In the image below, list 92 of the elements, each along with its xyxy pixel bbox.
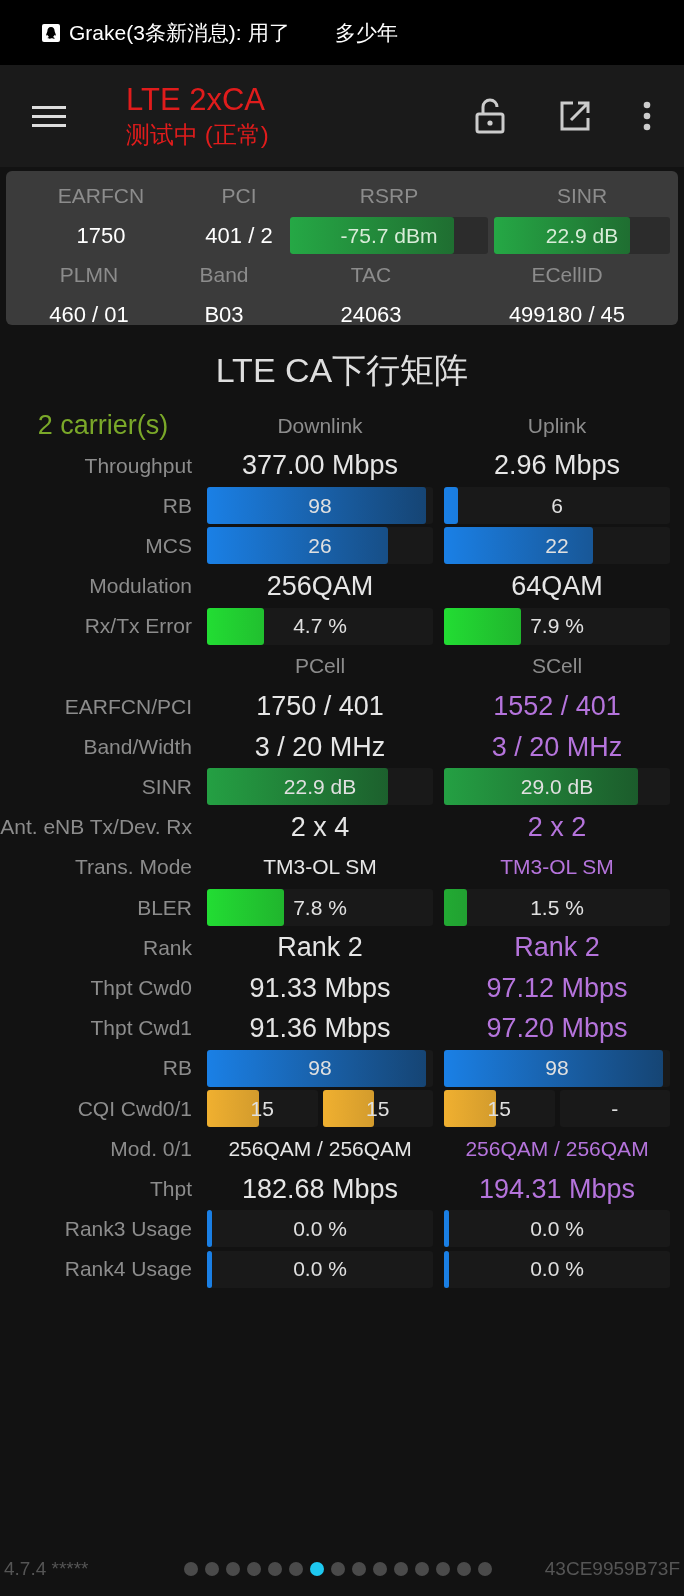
column-header: SCell — [530, 653, 584, 680]
bar-value: 6 — [550, 492, 564, 519]
cell-value: 377.00 Mbps — [240, 449, 400, 483]
cell-value: 182.68 Mbps — [240, 1172, 400, 1206]
cell-value: Rank 2 — [513, 931, 601, 965]
field-value: 24063 — [340, 301, 402, 329]
cell-value: 2 x 2 — [526, 810, 588, 844]
cell-value: 256QAM — [265, 569, 375, 603]
bar-value: 22.9 dB — [282, 774, 358, 801]
unlocked-padlock-icon[interactable] — [475, 98, 505, 134]
row-label: RB — [162, 1056, 192, 1080]
bar-value: 0.0 % — [529, 1216, 585, 1243]
bar-value: 7.9 % — [529, 613, 585, 640]
bar-value: 26 — [307, 532, 333, 559]
more-options-icon[interactable] — [643, 101, 651, 131]
notification-text: Grake(3条新消息): 用了 — [69, 19, 290, 46]
row-label: CQI Cwd0/1 — [77, 1096, 192, 1120]
notification-text: 多少年 — [334, 19, 398, 46]
field-value: 499180 / 45 — [508, 301, 626, 329]
notification-app-icon — [42, 23, 60, 42]
device-id: 43CE9959B73F — [544, 1556, 680, 1581]
bar-value: 0.0 % — [292, 1256, 348, 1283]
row-label: Rank3 Usage — [64, 1217, 192, 1241]
row-label: SINR — [141, 775, 192, 799]
cell-value: 97.12 Mbps — [485, 971, 629, 1005]
row-label: Mod. 0/1 — [110, 1136, 192, 1160]
field-value: 1750 — [76, 222, 126, 250]
field-label: PCI — [221, 183, 257, 209]
row-label: Rx/Tx Error — [84, 614, 192, 638]
field-value: 401 / 2 — [205, 222, 273, 250]
meter-value: -75.7 dBm — [339, 222, 439, 249]
cell-value: 91.33 Mbps — [248, 971, 392, 1005]
bar-value: 7.8 % — [292, 894, 348, 921]
row-label: Rank — [142, 935, 192, 959]
field-label: PLMN — [59, 262, 119, 288]
cell-value: 3 / 20 MHz — [253, 730, 387, 764]
menu-icon[interactable] — [32, 103, 66, 129]
bar-value: 98 — [307, 492, 333, 519]
section-title: LTE CA下行矩阵 — [214, 350, 470, 391]
cell-value: 64QAM — [510, 569, 604, 603]
field-label: RSRP — [359, 183, 419, 209]
row-label: Trans. Mode — [74, 855, 192, 879]
row-label: BLER — [137, 895, 192, 919]
cell-value: 1552 / 401 — [492, 690, 622, 724]
carrier-count: 2 carrier(s) — [37, 410, 169, 440]
cell-value: TM3-OL SM — [499, 854, 615, 881]
version-text: 4.7.4 ***** — [4, 1556, 90, 1581]
field-label: TAC — [350, 262, 392, 288]
column-header: Downlink — [276, 412, 364, 439]
external-link-icon[interactable] — [559, 100, 591, 132]
row-label: Band/Width — [83, 735, 192, 758]
field-label: Band — [199, 262, 249, 288]
meter-value: 22.9 dB — [544, 222, 620, 249]
cell-value: 97.20 Mbps — [485, 1011, 629, 1045]
cell-value: 1750 / 401 — [255, 690, 385, 724]
field-label: EARFCN — [57, 183, 145, 209]
test-status: 测试中 (正常) — [126, 120, 269, 150]
field-label: SINR — [556, 183, 608, 209]
bar-value: 98 — [307, 1055, 333, 1082]
bar-value: 0.0 % — [529, 1256, 585, 1283]
connection-title: LTE 2xCA — [126, 81, 266, 119]
column-header: Uplink — [526, 412, 588, 439]
bar-value: - — [610, 1095, 620, 1122]
column-header: PCell — [293, 653, 347, 680]
cell-value: 91.36 Mbps — [248, 1011, 392, 1045]
cell-value: 256QAM / 256QAM — [464, 1135, 650, 1162]
row-label: Modulation — [89, 574, 192, 598]
field-label: ECellID — [531, 262, 603, 288]
cell-value: 3 / 20 MHz — [490, 730, 624, 764]
row-label: Ant. eNB Tx/Dev. Rx — [0, 815, 192, 839]
row-label: Thpt Cwd1 — [90, 1016, 192, 1040]
bar-value: 22 — [544, 532, 570, 559]
cell-value: 256QAM / 256QAM — [227, 1135, 413, 1162]
cell-value: 2.96 Mbps — [492, 449, 622, 483]
row-label: Throughput — [84, 453, 192, 477]
field-value: 460 / 01 — [49, 301, 129, 329]
bar-value: 4.7 % — [292, 613, 348, 640]
bar-value: 1.5 % — [529, 894, 585, 921]
cell-value: Rank 2 — [276, 931, 364, 965]
row-label: EARFCN/PCI — [64, 694, 192, 718]
bar-value: 0.0 % — [292, 1216, 348, 1243]
bar-value: 98 — [544, 1055, 570, 1082]
field-value: B03 — [204, 301, 244, 329]
row-label: Thpt Cwd0 — [90, 976, 192, 1000]
row-label: MCS — [145, 533, 192, 557]
bar-value: 29.0 dB — [519, 774, 595, 801]
cell-value: 2 x 4 — [289, 810, 351, 844]
row-label: RB — [162, 493, 192, 517]
row-label: Thpt — [149, 1177, 192, 1201]
cell-value: TM3-OL SM — [262, 854, 378, 881]
cell-value: 194.31 Mbps — [477, 1172, 637, 1206]
row-label: Rank4 Usage — [64, 1257, 192, 1281]
